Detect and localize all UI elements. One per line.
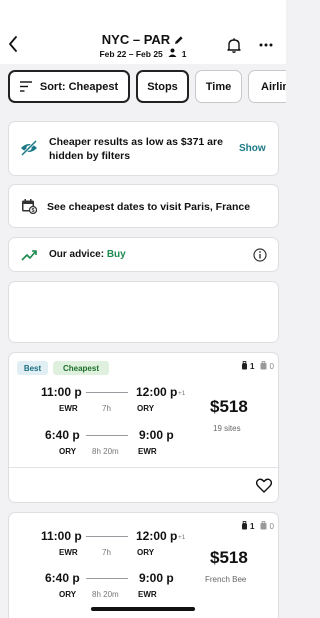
return-route-line [86, 435, 128, 436]
bell-icon[interactable] [226, 37, 242, 53]
traveler-count: 1 [181, 48, 187, 59]
advice-label: Our advice: [49, 249, 105, 260]
stops-chip[interactable]: Stops [136, 70, 189, 103]
advice-banner: Our advice: Buy [8, 237, 279, 272]
trip-summary[interactable]: Feb 22 – Feb 25 1 [0, 48, 286, 59]
checked-bag-icon [260, 520, 267, 532]
outbound-arrival-airport: ORY [137, 404, 155, 413]
trend-up-icon [21, 248, 37, 262]
airlines-chip[interactable]: Airlin [248, 70, 286, 103]
return-arrival-time: 9:00 p [139, 428, 174, 442]
return-duration: 8h 20m [92, 447, 119, 456]
provider: 19 sites [213, 424, 241, 433]
return-arrival-time: 9:00 p [139, 571, 174, 585]
outbound-arrival-time: 12:00 p [136, 385, 178, 399]
return-duration: 8h 20m [92, 590, 119, 599]
eye-off-icon [20, 139, 38, 157]
carry-on-count: 1 [250, 522, 255, 531]
outbound-departure-time: 11:00 p [41, 529, 82, 543]
route-title[interactable]: NYC – PAR [0, 32, 286, 48]
heart-icon[interactable] [255, 478, 273, 494]
price: $518 [210, 548, 248, 567]
top-bar: NYC – PAR Feb 22 – Feb 25 1 [0, 0, 286, 64]
return-departure-time: 6:40 p [45, 571, 80, 585]
calendar-icon: $ [21, 198, 37, 214]
time-chip[interactable]: Time [195, 70, 242, 103]
sort-chip[interactable]: Sort: Cheapest [8, 70, 130, 103]
return-arrival-airport: EWR [138, 447, 157, 456]
cheapest-dates-banner[interactable]: $ See cheapest dates to visit Paris, Fra… [8, 184, 279, 228]
outbound-plus-days: +1 [178, 390, 186, 397]
info-icon[interactable] [252, 247, 268, 263]
carry-on-bag-icon [241, 361, 248, 372]
outbound-route-line [86, 536, 128, 537]
outbound-arrival-time: 12:00 p [136, 529, 178, 543]
flight-card[interactable]: Best Cheapest 1 0 11:00 p 12:00 p +1 EWR… [8, 352, 280, 503]
flight-card[interactable]: 1 0 11:00 p 12:00 p +1 EWR 7h ORY 6:40 p… [8, 512, 279, 618]
outbound-arrival-airport: ORY [137, 548, 155, 557]
bag-info: 1 0 [241, 520, 274, 532]
route-text: NYC – PAR [101, 32, 171, 47]
return-arrival-airport: EWR [138, 590, 157, 599]
hidden-results-text: Cheaper results as low as $371 are hidde… [49, 136, 223, 162]
checked-bag-count: 0 [269, 362, 274, 371]
bag-info: 1 0 [241, 360, 274, 372]
airlines-chip-label: Airlin [261, 80, 286, 93]
cheapest-tag: Cheapest [53, 361, 109, 375]
outbound-departure-airport: EWR [59, 548, 78, 557]
home-indicator [91, 607, 195, 611]
outbound-duration: 7h [102, 404, 111, 413]
placeholder-card [8, 281, 279, 343]
show-hidden-link[interactable]: Show [239, 143, 266, 154]
sort-chip-label: Sort: Cheapest [39, 80, 119, 93]
stops-chip-label: Stops [147, 80, 178, 93]
person-icon [168, 48, 177, 59]
outbound-route-line [86, 392, 128, 393]
outbound-duration: 7h [102, 548, 111, 557]
price: $518 [210, 397, 248, 416]
return-departure-time: 6:40 p [45, 428, 80, 442]
return-route-line [86, 578, 128, 579]
time-chip-label: Time [205, 80, 232, 93]
provider: French Bee [205, 575, 247, 584]
return-departure-airport: ORY [59, 447, 77, 456]
return-departure-airport: ORY [59, 590, 77, 599]
carry-on-count: 1 [250, 362, 255, 371]
hidden-results-banner: Cheaper results as low as $371 are hidde… [8, 121, 279, 176]
advice-value: Buy [106, 249, 126, 260]
sort-icon [19, 81, 32, 92]
cheapest-dates-text: See cheapest dates to visit Paris, Franc… [47, 201, 251, 213]
filter-chips: Sort: Cheapest Stops Time Airlin [8, 70, 286, 104]
checked-bag-icon [260, 360, 267, 372]
outbound-departure-time: 11:00 p [41, 385, 82, 399]
outbound-departure-airport: EWR [59, 404, 78, 413]
carry-on-bag-icon [241, 521, 248, 532]
pencil-icon [174, 33, 184, 48]
svg-text:$: $ [31, 208, 34, 214]
card-divider [9, 467, 280, 468]
advice-text: Our advice: Buy [49, 248, 126, 262]
outbound-plus-days: +1 [178, 534, 186, 541]
trip-dates: Feb 22 – Feb 25 [99, 48, 163, 59]
checked-bag-count: 0 [269, 522, 274, 531]
best-tag: Best [17, 361, 48, 375]
more-icon[interactable] [259, 38, 273, 52]
